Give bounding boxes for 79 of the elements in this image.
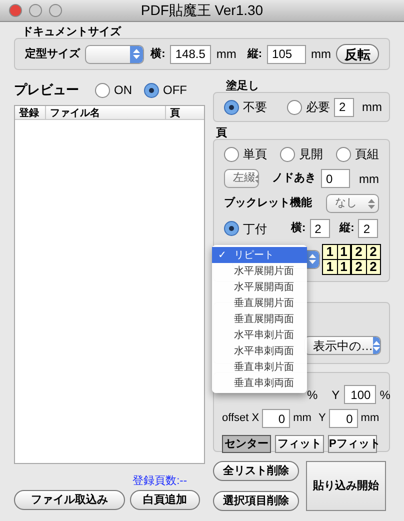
label: offset X (222, 411, 260, 426)
column-header[interactable]: ファイル名 (46, 106, 166, 119)
preset-size-popup[interactable] (85, 44, 144, 64)
column-header[interactable]: 登録 (15, 106, 46, 119)
unit-label: mm (293, 411, 312, 426)
radio-button[interactable]: 不要 (224, 98, 267, 116)
binding-popup[interactable]: 左綴 (224, 169, 259, 188)
fit-button[interactable]: フィット (275, 435, 324, 453)
button[interactable]: ファイル取込み (14, 490, 125, 510)
label: 縦: (340, 221, 354, 236)
rows-field[interactable]: 2 (358, 219, 378, 238)
gutter-field[interactable]: 0 (321, 169, 350, 188)
label: ブックレット機能 (224, 196, 312, 212)
start-button[interactable]: 貼り込み開始 (306, 461, 386, 511)
grid-cell: 1 (338, 244, 350, 258)
fit-button[interactable]: センター (222, 435, 271, 453)
width-field[interactable]: 148.5 (170, 44, 212, 64)
radio-button[interactable]: 見開 (280, 145, 323, 163)
button[interactable]: 全リスト削除 (213, 461, 299, 481)
section-label: 頁 (214, 126, 228, 139)
label: 定型サイズ (25, 46, 80, 62)
window-button[interactable] (29, 4, 42, 17)
page-count: 登録頁数:-- (132, 474, 187, 487)
grid-cell: 2 (366, 260, 380, 274)
button[interactable]: 反転 (336, 44, 379, 64)
menu-item[interactable]: 水平展開両面 (212, 279, 307, 295)
menu-item[interactable]: 水平串刺両面 (212, 343, 307, 359)
label: 縦: (247, 46, 262, 62)
radio-button[interactable]: 丁付 (224, 220, 267, 238)
button[interactable]: 選択項目削除 (213, 491, 299, 511)
close-button[interactable] (9, 4, 22, 17)
booklet-popup[interactable]: なし (326, 194, 379, 213)
unit-label: % (307, 386, 318, 404)
scale-y-field[interactable]: 100 (344, 385, 376, 404)
unit-label: mm (359, 170, 379, 188)
section-label: ドキュメントサイズ (21, 25, 122, 38)
unit-label: mm (216, 46, 236, 63)
grid-cell: 2 (352, 260, 366, 274)
menu-item[interactable]: 水平展開片面 (212, 263, 307, 279)
radio-button[interactable]: 頁組 (336, 145, 379, 163)
fit-button[interactable]: Pフィット (328, 435, 377, 453)
menu-item[interactable]: 垂直串刺片面 (212, 359, 307, 375)
label: 横: (150, 46, 166, 62)
preview-label: プレビュー (14, 81, 79, 100)
menu-item[interactable]: 垂直展開片面 (212, 295, 307, 311)
unit-label: mm (360, 411, 380, 426)
radio-button[interactable]: 単頁 (224, 145, 267, 163)
offset-x-field[interactable]: 0 (262, 409, 290, 428)
display-popup[interactable]: 表示中の… (304, 336, 381, 355)
unit-label: % (380, 386, 390, 404)
label: Y (332, 386, 340, 404)
grid-cell: 2 (366, 244, 380, 258)
button[interactable]: 白頁追加 (130, 490, 200, 510)
menu-item[interactable]: ✓ リピート (212, 247, 307, 263)
grid-cell: 1 (323, 260, 337, 274)
column-header[interactable]: 頁 (166, 106, 204, 119)
label: 横: (291, 220, 306, 236)
label: ノドあき (272, 171, 316, 186)
menu-item[interactable]: 垂直展開両面 (212, 311, 307, 327)
window-title: PDF貼魔王 Ver1.30 (140, 1, 264, 20)
height-field[interactable]: 105 (267, 44, 306, 64)
stepper-icon (130, 46, 143, 62)
unit-label: mm (362, 99, 382, 116)
grid-cell: 1 (323, 244, 337, 258)
grid-cell: 1 (338, 260, 350, 274)
label: Y (318, 411, 326, 426)
window-button[interactable] (49, 4, 62, 17)
bleed-field[interactable]: 2 (334, 98, 354, 116)
stepper-icon (373, 337, 380, 354)
offset-y-field[interactable]: 0 (328, 409, 358, 428)
section-label: 塗足し (225, 78, 260, 92)
menu-item[interactable]: 垂直串刺両面 (212, 375, 307, 391)
unit-label: mm (311, 46, 332, 63)
columns-field[interactable]: 2 (310, 219, 330, 238)
menu-item[interactable]: 水平串刺片面 (212, 327, 307, 343)
radio-button[interactable]: ON (95, 81, 132, 99)
radio-button[interactable]: OFF (144, 81, 187, 99)
radio-button[interactable]: 必要 (287, 98, 330, 116)
grid-cell: 2 (352, 244, 366, 258)
